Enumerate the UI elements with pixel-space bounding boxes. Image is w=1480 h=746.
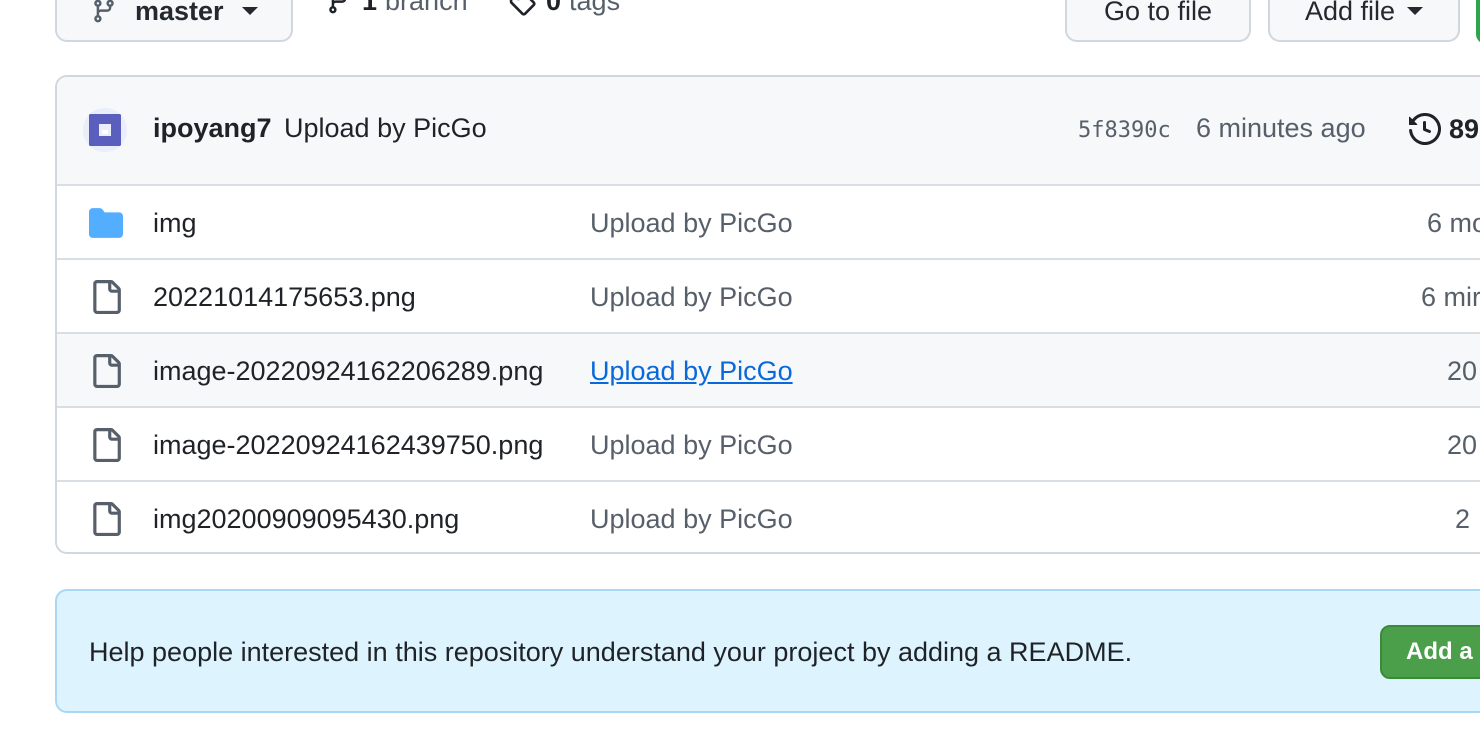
commit-author-link[interactable]: ipoyang7 <box>153 113 272 144</box>
add-file-button[interactable]: Add file <box>1268 0 1460 42</box>
branch-count: 1 <box>362 0 378 16</box>
file-name-link[interactable]: img <box>153 208 563 239</box>
chevron-down-icon <box>1407 7 1424 15</box>
file-row[interactable]: 20221014175653.png Upload by PicGo 6 mir <box>57 258 1480 332</box>
tag-count: 0 <box>546 0 562 16</box>
file-icon <box>93 354 121 388</box>
file-commit-message-link[interactable]: Upload by PicGo <box>590 282 793 313</box>
commit-sha-link[interactable]: 5f8390c <box>1078 118 1171 143</box>
file-icon <box>93 280 121 314</box>
add-readme-banner: Help people interested in this repositor… <box>55 589 1480 713</box>
file-row[interactable]: image-20220924162439750.png Upload by Pi… <box>57 406 1480 480</box>
branch-word: branch <box>385 0 468 16</box>
code-button[interactable] <box>1476 0 1480 44</box>
file-row[interactable]: image-20220924162206289.png Upload by Pi… <box>57 332 1480 406</box>
file-age: 20 <box>1447 356 1478 386</box>
tag-icon <box>509 0 536 16</box>
commit-time: 6 minutes ago <box>1196 113 1366 143</box>
chevron-down-icon <box>241 7 258 15</box>
commit-history-link[interactable]: 89 <box>1409 113 1479 145</box>
repo-toolbar: master 1 branch 0 tags Go to file Add fi… <box>0 0 1480 44</box>
file-name-link[interactable]: 20221014175653.png <box>153 282 563 313</box>
file-age: 20 <box>1447 430 1478 460</box>
go-to-file-label: Go to file <box>1103 0 1213 26</box>
tags-link[interactable]: 0 tags <box>508 0 620 17</box>
file-commit-message-link[interactable]: Upload by PicGo <box>590 430 793 461</box>
tag-word: tags <box>569 0 621 16</box>
add-file-label: Add file <box>1304 0 1396 26</box>
history-icon <box>1409 113 1441 145</box>
file-commit-message-link[interactable]: Upload by PicGo <box>590 208 793 239</box>
commit-message-link[interactable]: Upload by PicGo <box>284 113 487 144</box>
repo-page: master 1 branch 0 tags Go to file Add fi… <box>0 0 1480 746</box>
file-browser: ipoyang7 Upload by PicGo 5f8390c 6 minut… <box>55 75 1480 554</box>
file-commit-message-link[interactable]: Upload by PicGo <box>590 356 793 387</box>
commit-count: 89 <box>1449 113 1480 144</box>
add-readme-label: Add a R <box>1406 638 1480 665</box>
readme-hint-text: Help people interested in this repositor… <box>89 637 1133 667</box>
file-commit-message-link[interactable]: Upload by PicGo <box>590 504 793 535</box>
folder-icon <box>89 208 123 238</box>
file-age: 6 mir <box>1421 282 1480 312</box>
avatar[interactable] <box>83 108 127 152</box>
branch-selector-button[interactable]: master <box>55 0 293 42</box>
file-name-link[interactable]: image-20220924162439750.png <box>153 430 559 461</box>
branches-link[interactable]: 1 branch <box>326 0 468 17</box>
file-name-link[interactable]: image-20220924162206289.png <box>153 356 555 387</box>
git-branch-icon <box>329 0 346 13</box>
file-icon <box>93 502 121 536</box>
file-icon <box>93 428 121 462</box>
identicon-icon <box>83 108 127 152</box>
add-readme-button[interactable]: Add a R <box>1380 625 1480 679</box>
latest-commit-bar: ipoyang7 Upload by PicGo 5f8390c 6 minut… <box>57 77 1480 186</box>
file-age: 2 <box>1455 504 1471 534</box>
file-row-img[interactable]: img Upload by PicGo 6 mo <box>57 184 1480 258</box>
file-age: 6 mo <box>1427 208 1480 238</box>
file-row[interactable]: img20200909095430.png Upload by PicGo 2 <box>57 480 1480 552</box>
file-name-link[interactable]: img20200909095430.png <box>153 504 563 535</box>
branch-name: master <box>135 0 224 26</box>
git-branch-icon <box>94 0 114 23</box>
go-to-file-button[interactable]: Go to file <box>1065 0 1251 42</box>
